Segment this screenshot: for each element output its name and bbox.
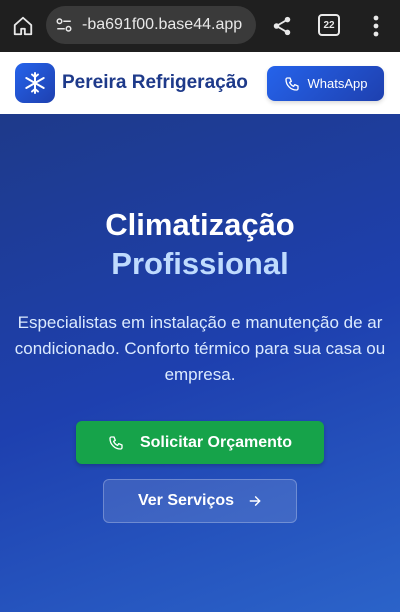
logo[interactable] xyxy=(15,63,55,103)
view-services-button[interactable]: Ver Serviços xyxy=(103,479,297,523)
phone-icon xyxy=(284,76,299,91)
phone-icon xyxy=(109,435,123,450)
tab-switcher-button[interactable]: 22 xyxy=(318,14,340,36)
whatsapp-label: WhatsApp xyxy=(307,76,368,91)
request-quote-label: Solicitar Orçamento xyxy=(139,433,293,451)
hero-title: Climatização xyxy=(105,207,295,242)
address-bar[interactable]: -ba691f00.base44.app xyxy=(46,6,256,44)
share-icon[interactable] xyxy=(268,12,296,40)
more-vert-icon[interactable] xyxy=(364,12,388,40)
url-text: -ba691f00.base44.app xyxy=(82,16,243,33)
whatsapp-button[interactable]: WhatsApp xyxy=(267,66,384,101)
hero-section: Climatização Profissional Especialistas … xyxy=(0,114,400,612)
site-settings-icon[interactable] xyxy=(54,15,74,35)
hero-description: Especialistas em instalação e manutenção… xyxy=(14,313,386,384)
arrow-right-icon xyxy=(249,496,261,506)
view-services-label: Ver Serviços xyxy=(137,492,235,509)
home-icon[interactable] xyxy=(9,12,37,40)
request-quote-button[interactable]: Solicitar Orçamento xyxy=(76,421,324,464)
brand-name[interactable]: Pereira Refrigeração xyxy=(62,72,248,94)
browser-toolbar: -ba691f00.base44.app 22 xyxy=(0,0,400,52)
site-header: Pereira Refrigeração WhatsApp xyxy=(0,52,400,114)
snowflake-icon xyxy=(25,72,45,94)
hero-subtitle: Profissional xyxy=(111,246,289,281)
